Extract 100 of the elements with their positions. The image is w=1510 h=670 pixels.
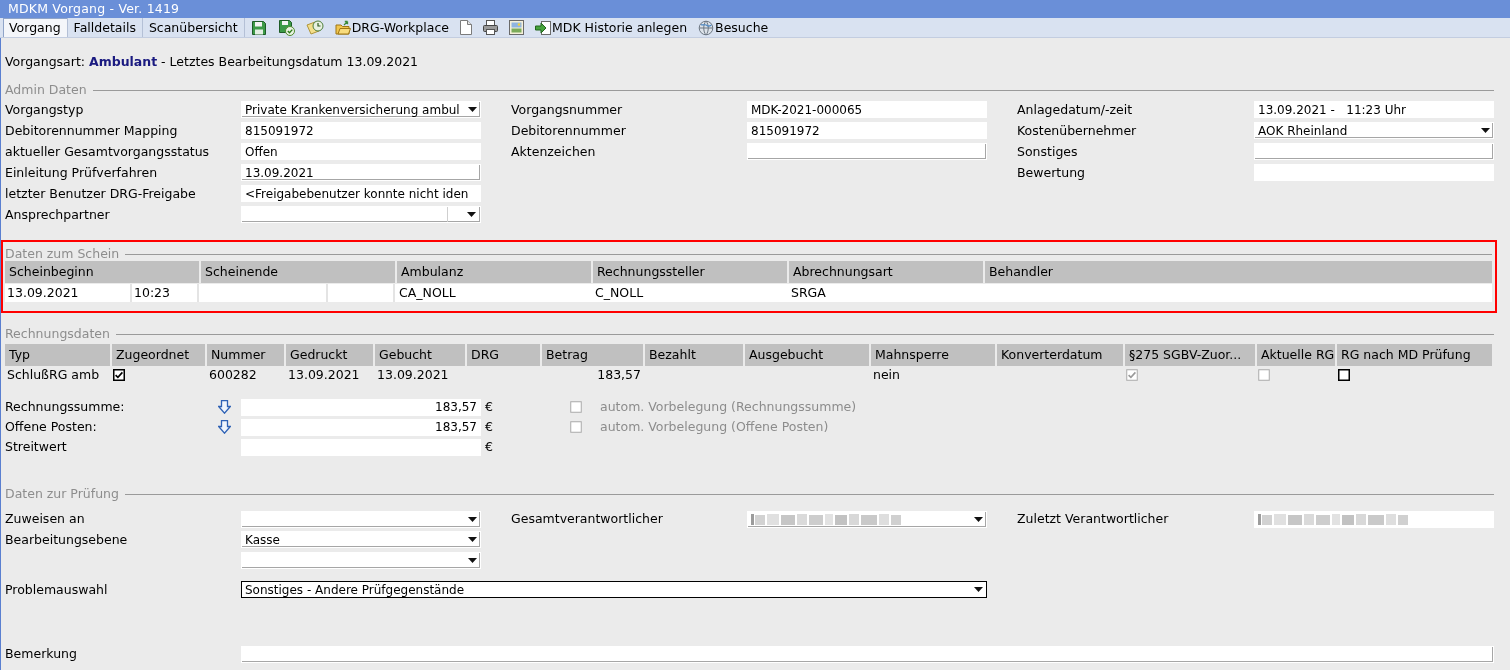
field-label: Zuweisen an (5, 512, 85, 527)
table-cell: CA_NOLL (399, 286, 456, 300)
currency-label: € (485, 420, 493, 434)
down-arrow-icon[interactable] (218, 400, 231, 414)
document-icon (459, 20, 472, 35)
input-field[interactable] (241, 645, 1494, 663)
checkbox[interactable] (113, 368, 125, 381)
column-header: Abrechnungsart (789, 261, 983, 283)
column-header: Rechnungssteller (593, 261, 787, 283)
table-cell: 13.09.2021 (377, 367, 449, 382)
table-cell: SRGA (791, 286, 826, 300)
dropdown[interactable]: Kasse (241, 531, 481, 549)
column-header: Nummer (207, 344, 284, 366)
case-summary: Vorgangsart: Ambulant - Letztes Bearbeitungsdatum 13.09.2021 (5, 55, 419, 69)
floppy-disk-check-icon (277, 19, 295, 36)
column-header: Zugeordnet (112, 344, 205, 366)
caret-icon (468, 516, 477, 522)
input-field[interactable] (747, 143, 987, 160)
field-label: Vorgangsnummer (511, 102, 623, 117)
field-label: aktueller Gesamtvorgangsstatus (5, 144, 210, 159)
window-title: MDKM Vorgang - Ver. 1419 (8, 2, 180, 16)
text-field[interactable]: 13.09.2021 - 11:23 Uhr (1254, 101, 1494, 118)
input-field[interactable] (1254, 143, 1494, 160)
dropdown[interactable] (241, 551, 481, 569)
text-field[interactable]: 815091972 (747, 122, 987, 139)
caret-icon (468, 107, 477, 112)
table-cell: 183,57 (597, 367, 641, 382)
dropdown[interactable]: AOK Rheinland (1254, 122, 1494, 139)
combo-box[interactable] (241, 206, 481, 223)
section-title: Daten zum Schein (5, 247, 120, 261)
field-label: Aktenzeichen (511, 144, 596, 159)
column-header: RG nach MD Prüfung (1337, 344, 1492, 366)
field-label: Bewertung (1017, 165, 1085, 180)
toolbar-button[interactable] (249, 18, 268, 37)
column-header: Mahnsperre (871, 344, 995, 366)
toolbar-button[interactable] (458, 18, 473, 37)
table-cell: SchlußRG amb (7, 367, 100, 382)
field-label: letzter Benutzer DRG-Freigabe (5, 186, 196, 201)
column-header: Ambulanz (397, 261, 591, 283)
input-field[interactable]: 13.09.2021 (241, 164, 481, 181)
caret-icon (974, 516, 983, 522)
currency-label: € (485, 440, 493, 454)
arrow-into-box-icon (534, 19, 551, 36)
column-header: §275 SGBV-Zuor... (1125, 344, 1255, 366)
table-cell: C_NOLL (595, 286, 644, 300)
column-header: Scheinende (201, 261, 395, 283)
text-field[interactable]: 815091972 (241, 122, 481, 139)
caret-icon (974, 587, 983, 593)
field-label: Gesamtverantwortlicher (511, 512, 663, 527)
toolbar-button[interactable]: Besuche (697, 18, 770, 37)
table-cell: 13.09.2021 (288, 367, 360, 382)
clock-note-icon (305, 19, 324, 36)
dropdown[interactable]: Sonstiges - Andere Prüfgegenstände (241, 581, 987, 599)
toolbar-button[interactable]: MDK Historie anlegen (533, 18, 689, 37)
input-field[interactable]: 183,57 (241, 418, 481, 436)
field-label: Vorgangstyp (5, 102, 84, 117)
field-label: Zuletzt Verantwortlicher (1017, 512, 1169, 527)
field-label: Debitorennummer Mapping (5, 123, 178, 138)
dropdown[interactable]: Private Krankenversicherung ambul (241, 101, 481, 118)
caret-icon (1481, 128, 1490, 133)
field-label: Debitorennummer (511, 123, 626, 138)
input-field[interactable]: 183,57 (241, 398, 481, 416)
column-header: Gedruckt (286, 344, 373, 366)
field-label: Sonstiges (1017, 144, 1078, 159)
toolbar-button[interactable] (276, 18, 296, 37)
section-title: Admin Daten (5, 83, 87, 97)
section-title: Rechnungsdaten (5, 327, 110, 341)
text-field[interactable] (1254, 510, 1494, 528)
text-field[interactable]: MDK-2021-000065 (747, 101, 987, 118)
caret-icon (468, 537, 477, 543)
toolbar-button[interactable] (481, 18, 499, 37)
field-label: Problemauswahl (5, 582, 108, 597)
dropdown[interactable] (241, 510, 481, 528)
currency-label: € (485, 400, 493, 414)
table-cell: 600282 (209, 367, 257, 382)
toolbar-button[interactable]: DRG-Workplace (333, 18, 450, 37)
down-arrow-icon[interactable] (218, 420, 231, 434)
column-header: Typ (5, 344, 110, 366)
column-header: Betrag (542, 344, 643, 366)
toolbar-button[interactable] (507, 18, 525, 37)
column-header: Behandler (985, 261, 1492, 283)
caret-icon (468, 557, 477, 563)
section-title: Daten zur Prüfung (5, 487, 119, 501)
table-cell: 13.09.2021 (7, 286, 79, 300)
tab[interactable]: Vorgang (3, 18, 68, 37)
field-label: Ansprechpartner (5, 207, 110, 222)
checkbox-label: autom. Vorbelegung (Rechnungssumme) (600, 400, 857, 414)
table-cell: nein (873, 367, 900, 382)
field-label: Anlagedatum/-zeit (1017, 102, 1133, 117)
field-label: Streitwert (5, 440, 67, 454)
tab[interactable]: Falldetails (67, 18, 143, 37)
field-label: Einleitung Prüfverfahren (5, 165, 158, 180)
text-field[interactable]: <Freigabebenutzer konnte nicht iden (241, 185, 481, 202)
checkbox[interactable] (1338, 368, 1350, 381)
column-header: Aktuelle RG (1257, 344, 1335, 366)
field-label: Bemerkung (5, 647, 77, 662)
column-header: Scheinbeginn (5, 261, 199, 283)
dropdown[interactable] (747, 510, 987, 528)
text-field[interactable]: Offen (241, 143, 481, 160)
tab[interactable]: Scanübersicht (142, 18, 245, 37)
